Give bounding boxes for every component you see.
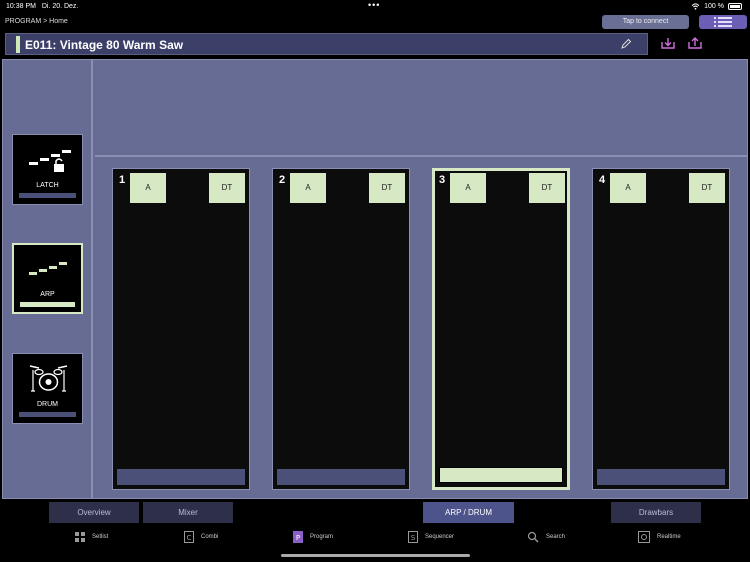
arp-label: ARP [40,291,55,298]
tab-drawbars[interactable]: Drawbars [611,502,701,523]
slot-dt-button[interactable]: DT [689,173,725,203]
bottom-nav: Setlist C Combi P Program S Sequencer Se… [0,528,750,546]
nav-sequencer[interactable]: S Sequencer [408,531,454,543]
svg-text:C: C [187,534,192,542]
slot-a-button[interactable]: A [130,173,166,203]
drum-kit-icon [29,365,68,392]
nav-search[interactable]: Search [527,531,565,543]
tab-bar: Overview Mixer ARP / DRUM Drawbars [0,501,750,523]
latch-icon [29,150,71,172]
tab-overview[interactable]: Overview [49,502,139,523]
svg-text:P: P [296,534,300,542]
battery-icon [728,3,742,10]
save-icon[interactable] [688,37,702,49]
nav-combi[interactable]: C Combi [184,531,218,543]
setlist-icon [75,532,85,542]
program-accent-marker [16,36,20,53]
arp-slot-3[interactable]: 3 A DT [432,168,570,490]
latch-label: LATCH [36,182,59,189]
arp-slot-2[interactable]: 2 A DT [272,168,410,490]
slot-number: 3 [439,174,446,186]
nav-combi-label: Combi [201,534,219,540]
nav-sequencer-label: Sequencer [425,534,455,540]
search-icon [527,531,539,543]
arp-slot-1[interactable]: 1 A DT [112,168,250,490]
slot-footer[interactable] [439,467,563,483]
load-icon[interactable] [661,37,675,49]
menu-button[interactable] [699,15,747,29]
latch-status-bar [19,193,76,198]
wifi-icon [691,3,700,10]
slot-a-button[interactable]: A [290,173,326,203]
arp-status-bar [20,302,75,307]
nav-search-label: Search [546,534,566,540]
nav-realtime[interactable]: Realtime [638,531,681,543]
drum-status-bar [19,412,76,417]
sequencer-icon: S [408,531,418,543]
slot-number: 2 [279,174,286,186]
list-menu-icon [714,17,732,27]
slot-number: 4 [599,174,606,186]
nav-program[interactable]: P Program [293,531,333,543]
slot-dt-button[interactable]: DT [529,173,565,203]
tap-to-connect-button[interactable]: Tap to connect [602,15,689,29]
slot-a-button[interactable]: A [450,173,486,203]
slot-a-button[interactable]: A [610,173,646,203]
slot-footer[interactable] [117,469,245,485]
combi-icon: C [184,531,194,543]
slot-footer[interactable] [597,469,725,485]
drum-button[interactable]: DRUM [12,353,83,424]
nav-realtime-label: Realtime [657,534,681,540]
status-time: 10:38 PM Di. 20. Dez. [6,3,79,10]
slot-dt-button[interactable]: DT [369,173,405,203]
nav-program-label: Program [310,534,334,540]
program-name-bar[interactable]: E011: Vintage 80 Warm Saw [5,33,648,55]
top-info-area [95,59,748,157]
home-indicator[interactable] [281,554,470,557]
arp-button[interactable]: ARP [12,243,83,314]
realtime-icon [638,531,650,543]
arp-slot-4[interactable]: 4 A DT [592,168,730,490]
drum-label: DRUM [37,401,58,408]
status-bar: 10:38 PM Di. 20. Dez. ••• 100 % [0,0,750,14]
breadcrumb[interactable]: PROGRAM > Home [5,18,68,25]
slot-dt-button[interactable]: DT [209,173,245,203]
nav-setlist[interactable]: Setlist [75,531,108,543]
program-icon: P [293,531,303,543]
pencil-icon[interactable] [620,38,632,50]
battery-percent: 100 % [704,3,724,10]
tab-mixer[interactable]: Mixer [143,502,233,523]
svg-text:S: S [411,534,416,542]
tab-arp-drum[interactable]: ARP / DRUM [423,502,514,523]
program-name: E011: Vintage 80 Warm Saw [25,38,184,52]
multitask-dots-icon[interactable]: ••• [368,0,380,10]
latch-button[interactable]: LATCH [12,134,83,205]
arp-icon [29,262,67,275]
status-right: 100 % [691,3,742,10]
nav-setlist-label: Setlist [92,534,109,540]
slot-footer[interactable] [277,469,405,485]
slot-number: 1 [119,174,126,186]
